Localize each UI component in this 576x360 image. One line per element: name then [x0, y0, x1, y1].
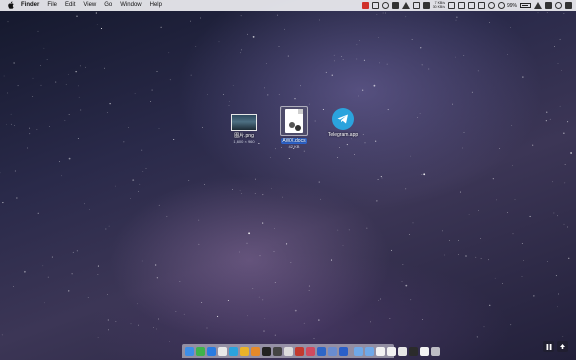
- window-icon[interactable]: [409, 346, 418, 356]
- menu-window[interactable]: Window: [120, 0, 141, 11]
- app-icon[interactable]: [284, 346, 293, 356]
- clock-icon[interactable]: [487, 2, 495, 9]
- spotlight-search-icon[interactable]: [545, 2, 552, 9]
- app-icon[interactable]: [306, 346, 315, 356]
- sogou-input-icon[interactable]: [361, 2, 369, 9]
- pause-icon: [546, 343, 551, 350]
- menu-help[interactable]: Help: [150, 0, 162, 11]
- pin-icon[interactable]: [412, 2, 420, 9]
- menu-edit[interactable]: Edit: [65, 0, 75, 11]
- wifi-icon[interactable]: [534, 2, 542, 9]
- window-icon[interactable]: [398, 346, 407, 356]
- terminal-icon[interactable]: [262, 346, 271, 356]
- sublime-icon[interactable]: [251, 346, 260, 356]
- pause-button[interactable]: [543, 341, 554, 352]
- window-icon[interactable]: [420, 346, 429, 356]
- selection-highlight: [280, 106, 308, 136]
- menu-file[interactable]: File: [47, 0, 57, 11]
- image-thumbnail-icon: [231, 114, 257, 131]
- status-circle-icon[interactable]: [381, 2, 389, 9]
- disk-icon[interactable]: [467, 2, 475, 9]
- apple-logo-icon[interactable]: [7, 1, 15, 10]
- status-box-icon[interactable]: [371, 2, 379, 9]
- desktop-item-detail: 42 KB: [288, 144, 300, 149]
- sensor-icon[interactable]: [477, 2, 485, 9]
- desktop-item-image[interactable]: 图片.png 1,600 × 960: [224, 110, 264, 144]
- battery-icon[interactable]: [520, 3, 531, 8]
- menu-bar: Finder File Edit View Go Window Help 7 K…: [0, 0, 576, 11]
- memory-icon[interactable]: [457, 2, 465, 9]
- game-controller-icon[interactable]: [391, 2, 399, 9]
- clock-icon[interactable]: [218, 346, 227, 356]
- cpu-icon[interactable]: [447, 2, 455, 9]
- window-icon[interactable]: [376, 346, 385, 356]
- wechat-icon[interactable]: [196, 346, 205, 356]
- telegram-app-icon: [332, 108, 354, 130]
- folder-icon[interactable]: [365, 346, 374, 356]
- trash-icon[interactable]: [431, 346, 440, 356]
- app-icon[interactable]: [273, 346, 282, 356]
- script-icon[interactable]: [422, 2, 430, 9]
- bluetooth-icon[interactable]: [497, 2, 505, 9]
- download-speed: 30 KB/s: [432, 4, 445, 9]
- app-icon[interactable]: [295, 346, 304, 356]
- upload-icon: [560, 343, 565, 349]
- battery-percent[interactable]: 99%: [507, 3, 517, 9]
- send-icon[interactable]: [401, 2, 410, 9]
- chrome-icon[interactable]: [240, 346, 249, 356]
- window-icon[interactable]: [387, 346, 396, 356]
- finder-icon[interactable]: [185, 346, 194, 356]
- folder-icon[interactable]: [354, 346, 363, 356]
- app-icon[interactable]: [328, 346, 337, 356]
- starry-wallpaper: [0, 12, 572, 342]
- user-icon[interactable]: [555, 2, 562, 9]
- menu-go[interactable]: Go: [104, 0, 112, 11]
- desktop-item-label: Telegram.app: [327, 132, 359, 138]
- screenshot-button[interactable]: [557, 341, 568, 352]
- notification-center-icon[interactable]: [565, 2, 572, 9]
- desktop-item-document[interactable]: AWX.docs 42 KB: [274, 106, 314, 149]
- app-icon[interactable]: [339, 346, 348, 356]
- desktop-item-detail: 1,600 × 960: [233, 139, 255, 144]
- telegram-icon[interactable]: [229, 346, 238, 356]
- dock: [182, 344, 440, 358]
- menu-view[interactable]: View: [83, 0, 96, 11]
- desktop-item-telegram[interactable]: Telegram.app: [323, 108, 363, 138]
- safari-icon[interactable]: [207, 346, 216, 356]
- menu-app-name[interactable]: Finder: [21, 0, 39, 11]
- document-icon: [285, 109, 303, 133]
- 1password-icon[interactable]: [317, 346, 326, 356]
- network-speed[interactable]: 7 KB/s 30 KB/s: [432, 1, 445, 9]
